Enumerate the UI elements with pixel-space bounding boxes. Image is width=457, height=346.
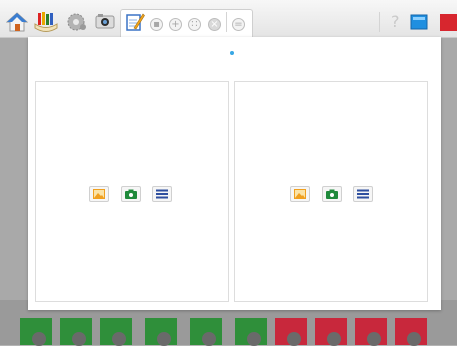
take-photo-button[interactable] <box>121 186 141 202</box>
block-peg <box>32 332 46 346</box>
block-peg <box>72 332 86 346</box>
notes-icon[interactable] <box>125 12 145 32</box>
block-peg <box>112 332 126 346</box>
close-icon[interactable]: × <box>208 18 221 31</box>
lock-icon[interactable]: ▪ <box>150 18 163 31</box>
add-text-button[interactable] <box>353 186 373 202</box>
block-peg <box>157 332 171 346</box>
media-slot-left[interactable] <box>35 81 229 302</box>
library-icon[interactable] <box>33 11 59 33</box>
notes-panel <box>28 37 441 310</box>
add-image-button[interactable] <box>290 186 310 202</box>
toolbar-separator <box>379 12 380 32</box>
toolbar-separator <box>226 12 227 32</box>
stop-icon[interactable] <box>440 14 457 31</box>
block-peg <box>202 332 216 346</box>
block-peg <box>407 332 421 346</box>
camera-icon <box>125 189 137 199</box>
list-icon <box>357 189 369 199</box>
add-image-button[interactable] <box>89 186 109 202</box>
take-photo-button[interactable] <box>322 186 342 202</box>
camera-icon[interactable] <box>95 13 115 30</box>
home-icon[interactable] <box>6 12 28 32</box>
add-text-button[interactable] <box>152 186 172 202</box>
grid-icon[interactable]: ∷ <box>188 18 201 31</box>
block-peg <box>327 332 341 346</box>
camera-icon <box>326 189 338 199</box>
main-toolbar: ▪ + ∷ × = ? <box>0 0 457 38</box>
image-icon <box>93 189 105 199</box>
block-peg <box>367 332 381 346</box>
help-icon[interactable]: ? <box>391 12 400 31</box>
canvas-background-right <box>441 38 457 300</box>
block-peg <box>247 332 261 346</box>
page-indicator-dot[interactable] <box>230 51 234 55</box>
canvas-background-left <box>0 38 28 300</box>
block-peg <box>287 332 301 346</box>
add-icon[interactable]: + <box>169 18 182 31</box>
image-icon <box>294 189 306 199</box>
sidebar-icon[interactable] <box>410 14 428 30</box>
media-slot-right[interactable] <box>234 81 428 302</box>
list-icon <box>156 189 168 199</box>
settings-icon[interactable] <box>66 12 88 32</box>
menu-icon[interactable]: = <box>232 18 245 31</box>
